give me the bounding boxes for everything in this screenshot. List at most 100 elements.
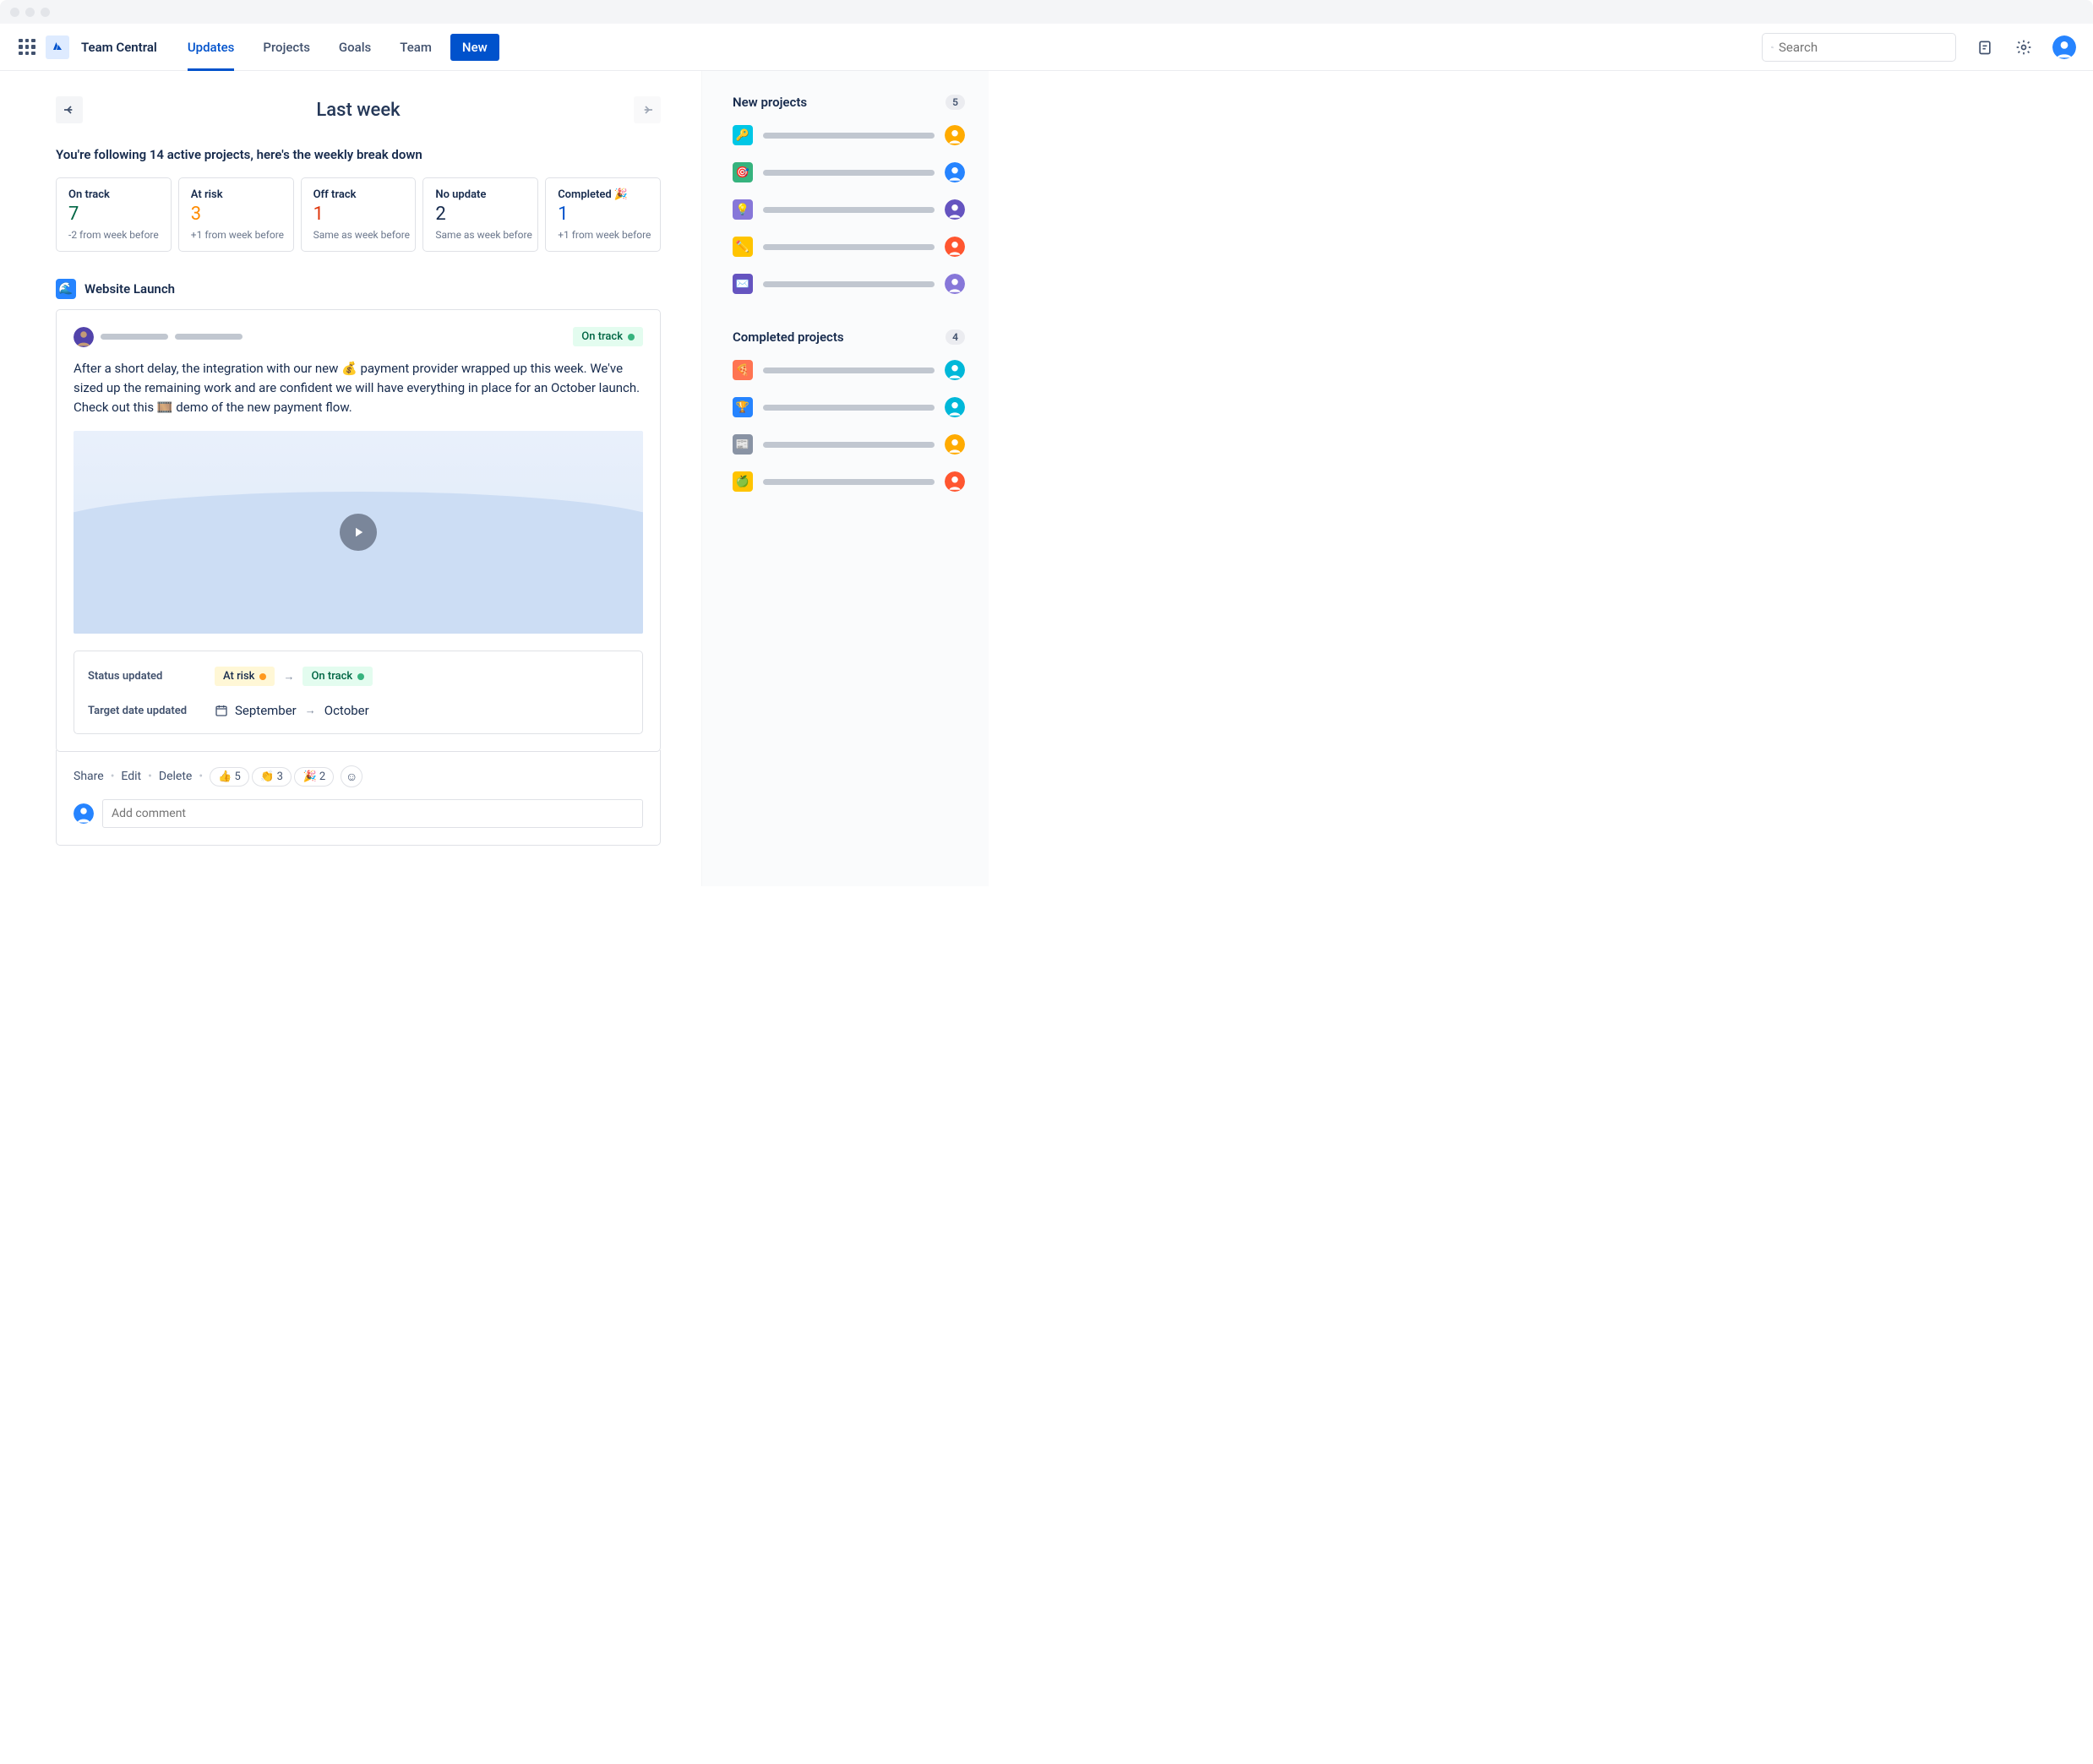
nav-team[interactable]: Team — [390, 24, 442, 71]
stat-value: 2 — [435, 203, 526, 227]
project-icon: 🍕 — [733, 360, 753, 380]
stat-delta: +1 from week before — [191, 229, 281, 241]
project-list-item[interactable]: ✉️ — [733, 274, 965, 294]
owner-avatar — [945, 360, 965, 380]
stat-card[interactable]: On track 7 -2 from week before — [56, 177, 172, 252]
project-name-placeholder — [763, 442, 935, 448]
project-list-item[interactable]: 💡 — [733, 199, 965, 220]
status-updated-label: Status updated — [88, 670, 215, 683]
stat-delta: +1 from week before — [558, 229, 648, 241]
completed-projects-heading: Completed projects — [733, 329, 844, 345]
update-footer: Share• Edit• Delete• 👍 5 👏 3 🎉 2 ☺ — [56, 750, 661, 846]
project-icon: 💡 — [733, 199, 753, 220]
edit-action[interactable]: Edit — [121, 770, 141, 783]
project-list-item[interactable]: 🍏 — [733, 471, 965, 492]
delete-action[interactable]: Delete — [159, 770, 192, 783]
stat-delta: Same as week before — [313, 229, 404, 241]
arrow-icon: → — [305, 704, 316, 717]
owner-avatar — [945, 471, 965, 492]
stat-card[interactable]: No update 2 Same as week before — [422, 177, 538, 252]
project-list-item[interactable]: 🔑 — [733, 125, 965, 145]
stat-value: 1 — [313, 203, 404, 227]
new-projects-count: 5 — [946, 95, 965, 110]
window-titlebar — [0, 0, 2093, 24]
completed-projects-count: 4 — [946, 329, 965, 345]
settings-icon[interactable] — [2014, 37, 2034, 57]
product-logo — [46, 35, 69, 59]
stat-card[interactable]: Completed 🎉 1 +1 from week before — [545, 177, 661, 252]
new-button[interactable]: New — [450, 34, 499, 61]
new-projects-heading: New projects — [733, 95, 807, 110]
sidebar: New projects 5 🔑 🎯 💡 ✏️ ✉️ Completed project… — [701, 71, 989, 886]
comment-input[interactable] — [102, 799, 643, 828]
project-icon: ✉️ — [733, 274, 753, 294]
project-icon: 🌊 — [56, 279, 76, 299]
stat-delta: Same as week before — [435, 229, 526, 241]
owner-avatar — [945, 162, 965, 182]
date-updated-label: Target date updated — [88, 705, 215, 717]
nav-goals[interactable]: Goals — [329, 24, 381, 71]
current-user-avatar — [74, 803, 94, 824]
owner-avatar — [945, 237, 965, 257]
project-name-placeholder — [763, 170, 935, 176]
main-content: Last week You're following 14 active pro… — [0, 71, 701, 886]
reaction-pill[interactable]: 👍 5 — [210, 767, 249, 787]
project-list-item[interactable]: 📰 — [733, 434, 965, 455]
author-name-placeholder — [101, 334, 168, 340]
add-reaction-button[interactable]: ☺ — [341, 765, 362, 787]
owner-avatar — [945, 397, 965, 417]
nav-projects[interactable]: Projects — [253, 24, 320, 71]
project-list-item[interactable]: 🍕 — [733, 360, 965, 380]
project-icon: 🔑 — [733, 125, 753, 145]
user-avatar[interactable] — [2052, 35, 2076, 59]
stat-delta: -2 from week before — [68, 229, 159, 241]
stat-label: On track — [68, 188, 159, 201]
stat-value: 3 — [191, 203, 281, 227]
search-icon — [1771, 41, 1774, 54]
app-switcher-icon[interactable] — [17, 37, 37, 57]
stat-label: Off track — [313, 188, 404, 201]
project-name-placeholder — [763, 368, 935, 373]
summary-line: You're following 14 active projects, her… — [56, 147, 661, 162]
project-name-placeholder — [763, 479, 935, 485]
project-list-item[interactable]: 🏆 — [733, 397, 965, 417]
project-list-item[interactable]: ✏️ — [733, 237, 965, 257]
project-icon: 📰 — [733, 434, 753, 455]
owner-avatar — [945, 434, 965, 455]
project-icon: 🏆 — [733, 397, 753, 417]
date-from: September — [235, 703, 297, 718]
video-preview[interactable] — [74, 431, 643, 634]
stat-value: 7 — [68, 203, 159, 227]
owner-avatar — [945, 125, 965, 145]
author-avatar[interactable] — [74, 327, 94, 347]
search-input[interactable] — [1762, 33, 1956, 62]
stat-label: No update — [435, 188, 526, 201]
clipboard-icon[interactable] — [1975, 37, 1995, 57]
project-icon: 🍏 — [733, 471, 753, 492]
stat-card[interactable]: Off track 1 Same as week before — [301, 177, 417, 252]
date-to: October — [324, 703, 369, 718]
reaction-pill[interactable]: 👏 3 — [252, 767, 292, 787]
reaction-pill[interactable]: 🎉 2 — [294, 767, 334, 787]
project-name-placeholder — [763, 133, 935, 139]
stat-label: Completed 🎉 — [558, 188, 648, 201]
stat-card[interactable]: At risk 3 +1 from week before — [178, 177, 294, 252]
update-card: On track After a short delay, the integr… — [56, 309, 661, 753]
project-name-placeholder — [763, 244, 935, 250]
nav-updates[interactable]: Updates — [177, 24, 245, 71]
project-name-placeholder — [763, 405, 935, 411]
change-summary: Status updated At risk → On track Target… — [74, 651, 643, 734]
stat-value: 1 — [558, 203, 648, 227]
prev-week-button[interactable] — [56, 96, 83, 123]
owner-avatar — [945, 199, 965, 220]
next-week-button[interactable] — [634, 96, 661, 123]
top-nav: Team Central Updates Projects Goals Team… — [0, 24, 2093, 71]
project-name[interactable]: Website Launch — [84, 281, 175, 297]
share-action[interactable]: Share — [74, 770, 104, 783]
status-from: At risk — [215, 667, 275, 686]
stat-label: At risk — [191, 188, 281, 201]
play-icon[interactable] — [340, 514, 377, 551]
project-list-item[interactable]: 🎯 — [733, 162, 965, 182]
project-name-placeholder — [763, 281, 935, 287]
owner-avatar — [945, 274, 965, 294]
